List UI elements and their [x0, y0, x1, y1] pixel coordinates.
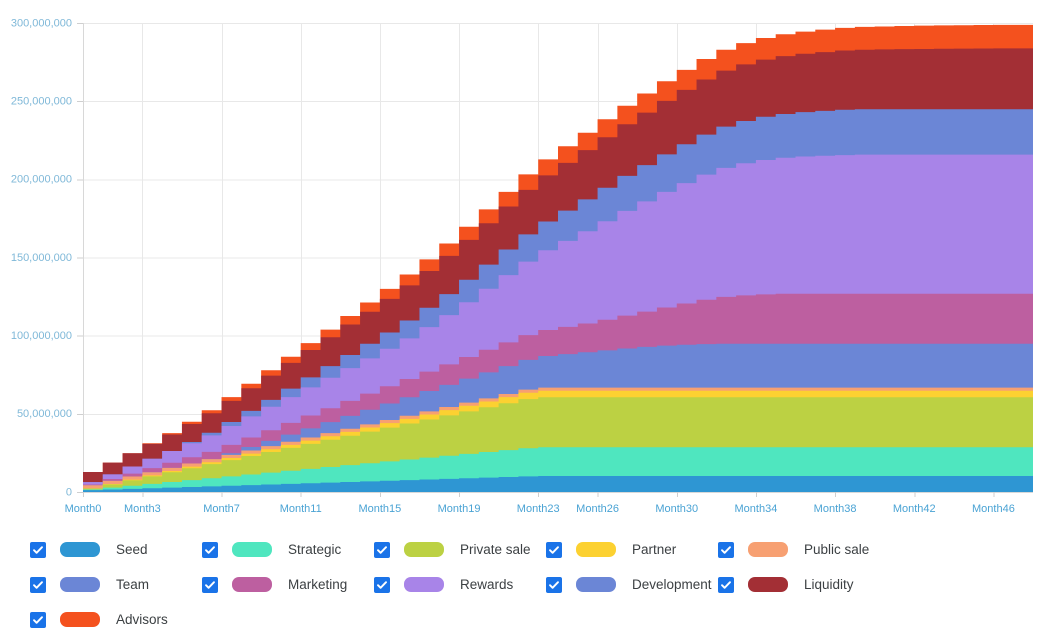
legend-checkbox-public-sale[interactable] [718, 541, 734, 558]
y-axis-tick-label: 250,000,000 [11, 96, 72, 108]
legend-row: Team Marketing Rewards Development Liquidity [30, 567, 1053, 602]
y-axis-tick-label: 50,000,000 [17, 408, 72, 420]
chart-canvas[interactable]: 0 50,000,000 100,000,000 150,000,000 200,000… [0, 0, 1053, 522]
x-axis-tick-label: Month11 [280, 503, 322, 515]
legend-color-swatch [404, 577, 444, 592]
legend-color-swatch [748, 542, 788, 557]
x-axis-tick-label: Month34 [735, 503, 778, 515]
legend-item-label: Rewards [460, 577, 514, 592]
legend-item-label: Public sale [804, 542, 870, 557]
y-axis-tick-label: 300,000,000 [11, 17, 72, 29]
legend-row: Advisors [30, 602, 1053, 637]
x-axis-tick-label: Month26 [576, 503, 619, 515]
x-axis-tick-label: Month30 [655, 503, 698, 515]
legend-item-label: Private sale [460, 542, 531, 557]
legend-item-label: Advisors [116, 612, 168, 627]
legend-item-team[interactable]: Team [30, 576, 202, 593]
legend-item-label: Marketing [288, 577, 348, 592]
legend-color-swatch [576, 577, 616, 592]
legend-checkbox-advisors[interactable] [30, 611, 46, 628]
legend-item-development[interactable]: Development [546, 576, 718, 593]
legend-color-swatch [232, 577, 272, 592]
legend-color-swatch [748, 577, 788, 592]
legend-checkbox-rewards[interactable] [374, 576, 390, 593]
legend-item-liquidity[interactable]: Liquidity [718, 576, 890, 593]
legend-item-advisors[interactable]: Advisors [30, 611, 202, 628]
legend-item-partner[interactable]: Partner [546, 541, 718, 558]
legend-item-label: Development [632, 577, 712, 592]
x-axis-tick-label: Month38 [814, 503, 857, 515]
x-axis-tick-label: Month19 [438, 503, 481, 515]
legend-item-label: Liquidity [804, 577, 854, 592]
legend-color-swatch [404, 542, 444, 557]
legend-checkbox-partner[interactable] [546, 541, 562, 558]
legend-item-private-sale[interactable]: Private sale [374, 541, 546, 558]
y-axis-tick-label: 0 [66, 486, 72, 498]
stacked-area-chart[interactable]: 0 50,000,000 100,000,000 150,000,000 200,000… [0, 0, 1053, 522]
legend-checkbox-seed[interactable] [30, 541, 46, 558]
legend-color-swatch [60, 612, 100, 627]
legend-item-label: Team [116, 577, 150, 592]
legend-color-swatch [576, 542, 616, 557]
legend-item-rewards[interactable]: Rewards [374, 576, 546, 593]
legend-color-swatch [60, 542, 100, 557]
y-axis-tick-label: 200,000,000 [11, 174, 72, 186]
x-axis-tick-label: Month15 [358, 503, 401, 515]
legend-item-label: Strategic [288, 542, 342, 557]
legend-item-marketing[interactable]: Marketing [202, 576, 374, 593]
y-axis-tick-label: 150,000,000 [11, 252, 72, 264]
legend-color-swatch [60, 577, 100, 592]
legend-item-strategic[interactable]: Strategic [202, 541, 374, 558]
legend-row: Seed Strategic Private sale Partner Public s… [30, 532, 1053, 567]
legend-checkbox-strategic[interactable] [202, 541, 218, 558]
legend-item-label: Partner [632, 542, 677, 557]
x-axis-tick-label: Month3 [124, 503, 161, 515]
legend-item-label: Seed [116, 542, 148, 557]
chart-legend[interactable]: Seed Strategic Private sale Partner Public s… [0, 524, 1053, 641]
legend-checkbox-private-sale[interactable] [374, 541, 390, 558]
legend-checkbox-development[interactable] [546, 576, 562, 593]
y-axis-tick-label: 100,000,000 [11, 330, 72, 342]
legend-checkbox-liquidity[interactable] [718, 576, 734, 593]
x-axis-tick-label: Month23 [517, 503, 560, 515]
x-axis-tick-label: Month42 [893, 503, 936, 515]
chart-page: 0 50,000,000 100,000,000 150,000,000 200,000… [0, 0, 1053, 641]
legend-checkbox-team[interactable] [30, 576, 46, 593]
x-axis-tick-label: Month46 [972, 503, 1015, 515]
legend-color-swatch [232, 542, 272, 557]
legend-item-seed[interactable]: Seed [30, 541, 202, 558]
legend-checkbox-marketing[interactable] [202, 576, 218, 593]
x-axis-tick-label: Month7 [203, 503, 240, 515]
x-axis-tick-label: Month0 [65, 503, 102, 515]
legend-item-public-sale[interactable]: Public sale [718, 541, 890, 558]
